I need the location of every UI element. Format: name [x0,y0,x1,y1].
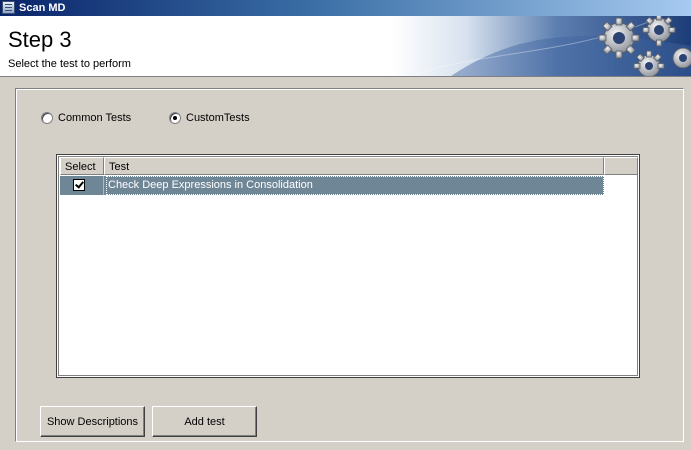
column-header-test[interactable]: Test [104,157,604,175]
table-row[interactable]: Check Deep Expressions in Consolidation [60,176,604,195]
radio-label: Common Tests [58,112,132,124]
select-checkbox[interactable] [73,179,85,191]
gears-icon [391,16,691,76]
test-name-cell[interactable]: Check Deep Expressions in Consolidation [106,176,604,195]
radio-label: CustomTests [186,112,250,124]
radio-custom-tests[interactable]: CustomTests [169,111,250,125]
wizard-header: Step 3 Select the test to perform [0,16,691,77]
select-cell[interactable] [60,176,104,195]
title-bar[interactable]: Scan MD [0,0,691,16]
add-test-button[interactable]: Add test [152,406,257,437]
show-descriptions-button[interactable]: Show Descriptions [40,406,145,437]
radio-circle[interactable] [41,112,53,124]
tests-grid[interactable]: Select Test Check Deep Expressions in Co… [56,154,640,378]
radio-circle-checked[interactable] [169,112,181,124]
window-title: Scan MD [19,2,66,14]
step-title: Step 3 [8,27,72,52]
step-subtitle: Select the test to perform [8,58,131,70]
column-header-select[interactable]: Select [60,157,104,175]
radio-common-tests[interactable]: Common Tests [41,111,131,125]
column-header-filler [604,157,638,175]
document-icon [2,1,15,14]
